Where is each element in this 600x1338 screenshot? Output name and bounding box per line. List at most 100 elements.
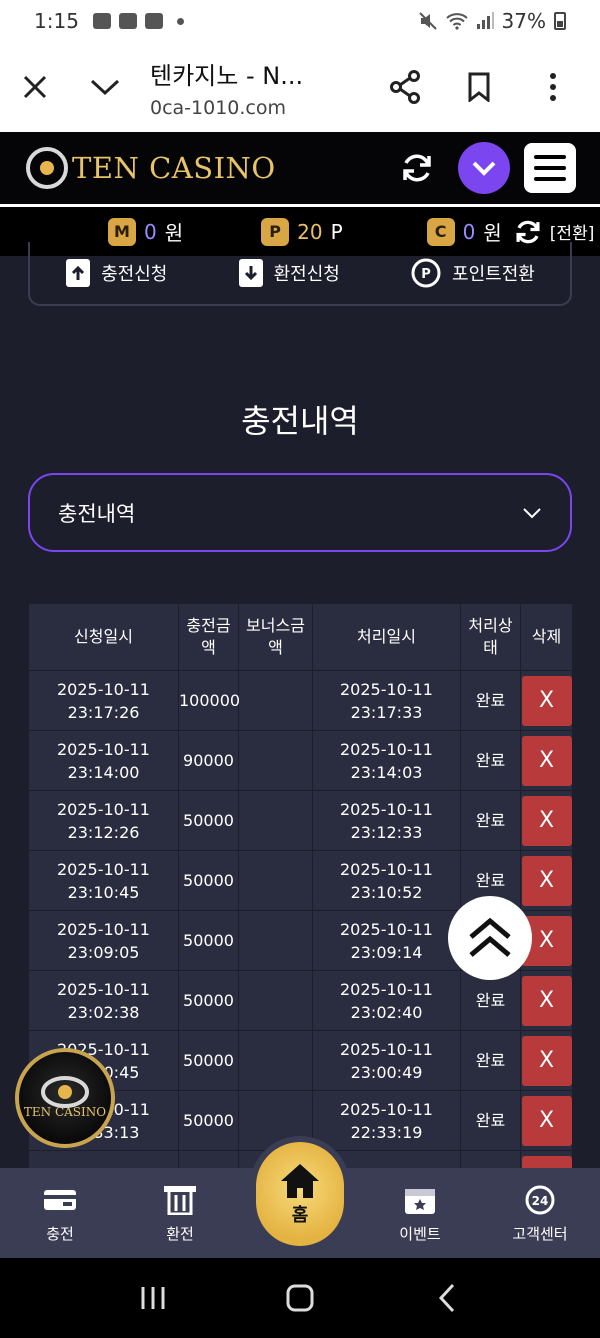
- withdraw-icon: [238, 259, 263, 287]
- cell-amount: 50000: [178, 850, 239, 911]
- cell-delete: X: [520, 1150, 572, 1168]
- floating-logo-button[interactable]: TEN CASINO: [15, 1048, 115, 1148]
- support-24-icon: 24: [525, 1185, 555, 1215]
- deposit-request-button[interactable]: 충전신청: [65, 258, 167, 288]
- svg-text:P: P: [421, 267, 431, 282]
- convert-label: [전환]: [549, 224, 595, 244]
- datetime-part: 2025-10-11: [340, 919, 433, 939]
- col-delete: 삭제: [520, 603, 572, 671]
- recent-apps-button[interactable]: [113, 1268, 193, 1328]
- bookmark-button[interactable]: [444, 52, 514, 122]
- deposit-icon: [66, 259, 91, 287]
- more-notifications-dot: [176, 17, 184, 25]
- back-button[interactable]: [407, 1268, 487, 1328]
- cell-bonus: [238, 970, 313, 1031]
- cell-bonus: [238, 730, 313, 791]
- datetime-part: 2025-10-11: [340, 1099, 433, 1119]
- share-button[interactable]: [370, 52, 440, 122]
- chevron-down-icon: [472, 161, 496, 176]
- scroll-to-top-button[interactable]: [448, 896, 532, 980]
- datetime-part: 22:33:19: [350, 1122, 423, 1142]
- hamburger-menu-button[interactable]: [524, 143, 576, 193]
- cell-amount: [178, 1150, 239, 1168]
- point-convert-button[interactable]: P 포인트전환: [410, 257, 535, 289]
- more-vertical-icon: [550, 73, 556, 101]
- datetime-part: 23:02:38: [67, 1002, 140, 1022]
- cell-delete: X: [520, 850, 572, 911]
- delete-row-button[interactable]: X: [521, 1155, 572, 1168]
- nav-home[interactable]: 홈: [256, 1142, 344, 1246]
- cell-request-time: 2025-10-11 23:12:26: [28, 790, 179, 851]
- cell-processed-time: 2025-10-11 23:14:03: [312, 730, 461, 791]
- site-logo[interactable]: TEN CASINO: [26, 147, 276, 189]
- delete-row-button[interactable]: X: [521, 1095, 572, 1146]
- cell-request-time: 2025-10-11 23:09:05: [28, 910, 179, 971]
- close-icon: [23, 75, 47, 99]
- cell-status: [460, 1150, 521, 1168]
- home-icon: [281, 1164, 319, 1198]
- more-options-button[interactable]: [518, 52, 588, 122]
- bookmark-icon: [468, 72, 490, 102]
- dropdown-toggle-button[interactable]: [458, 142, 510, 194]
- nav-withdraw[interactable]: 환전: [135, 1185, 225, 1244]
- datetime-part: 23:12:26: [67, 822, 140, 842]
- cell-delete: X: [520, 970, 572, 1031]
- svg-text:24: 24: [532, 1194, 549, 1208]
- datetime-part: 2025-10-11: [340, 739, 433, 759]
- delete-row-button[interactable]: X: [521, 855, 572, 906]
- mute-icon: [418, 12, 437, 30]
- history-type-value: 충전내역: [58, 501, 136, 526]
- cell-amount: 50000: [178, 790, 239, 851]
- delete-row-button[interactable]: X: [521, 675, 572, 726]
- datetime-part: 23:14:00: [67, 762, 140, 782]
- datetime-part: 2025-10-11: [57, 979, 150, 999]
- close-tab-button[interactable]: [0, 52, 70, 122]
- point-convert-icon: P: [411, 258, 441, 288]
- delete-row-button[interactable]: X: [521, 1035, 572, 1086]
- history-type-select[interactable]: 충전내역: [28, 473, 572, 552]
- cell-amount: 50000: [178, 1030, 239, 1091]
- datetime-part: 23:17:33: [350, 702, 423, 722]
- share-icon: [390, 70, 420, 104]
- double-chevron-up-icon: [469, 917, 511, 957]
- browser-page-title: 텐카지노 - N...: [150, 61, 304, 90]
- battery-percent: 37%: [501, 9, 546, 33]
- cell-status: 완료: [460, 790, 521, 851]
- cell-bonus: [238, 850, 313, 911]
- delete-row-button[interactable]: X: [521, 975, 572, 1026]
- cell-processed-time: 2025-10-11 23:00:49: [312, 1030, 461, 1091]
- browser-title-area[interactable]: 텐카지노 - N... 0ca-1010.com: [140, 56, 370, 119]
- table-row: 2025-10-11 23:14:00 90000 2025-10-11 23:14:0…: [28, 730, 572, 791]
- status-time: 1:15: [34, 9, 79, 33]
- cell-status: 완료: [460, 670, 521, 731]
- point-unit: P: [330, 219, 343, 244]
- home-system-button[interactable]: [260, 1268, 340, 1328]
- datetime-part: 23:10:45: [67, 882, 140, 902]
- cell-processed-time: 2025-10-11 23:02:40: [312, 970, 461, 1031]
- nav-support[interactable]: 24 고객센터: [495, 1185, 585, 1244]
- refresh-button[interactable]: [390, 141, 444, 195]
- datetime-part: 23:09:05: [67, 942, 140, 962]
- recent-apps-icon: [141, 1287, 165, 1309]
- datetime-part: 2025-10-11: [340, 859, 433, 879]
- nav-deposit[interactable]: 충전: [15, 1185, 105, 1244]
- cell-processed-time: 2025-10-11 22:33:19: [312, 1090, 461, 1151]
- cell-amount: 50000: [178, 910, 239, 971]
- cell-bonus: [238, 670, 313, 731]
- cell-request-time: 2025-10-11 23:14:00: [28, 730, 179, 791]
- casino-value: 0: [462, 219, 476, 244]
- gallery-icon: [92, 13, 111, 29]
- back-chevron-icon: [438, 1283, 454, 1313]
- table-row: 2025-10-11 23:17:26 100000 2025-10-11 23:17:…: [28, 670, 572, 731]
- cell-processed-time: 2025-10-11 23:17:33: [312, 670, 461, 731]
- delete-row-button[interactable]: X: [521, 795, 572, 846]
- nav-event[interactable]: 이벤트: [375, 1185, 465, 1244]
- withdraw-request-button[interactable]: 환전신청: [238, 258, 340, 288]
- cell-bonus: [238, 790, 313, 851]
- delete-row-button[interactable]: X: [521, 735, 572, 786]
- nav-event-label: 이벤트: [399, 1225, 441, 1243]
- browser-url: 0ca-1010.com: [150, 96, 287, 119]
- datetime-part: 2025-10-11: [57, 799, 150, 819]
- expand-button[interactable]: [70, 52, 140, 122]
- cell-amount: 100000: [178, 670, 240, 731]
